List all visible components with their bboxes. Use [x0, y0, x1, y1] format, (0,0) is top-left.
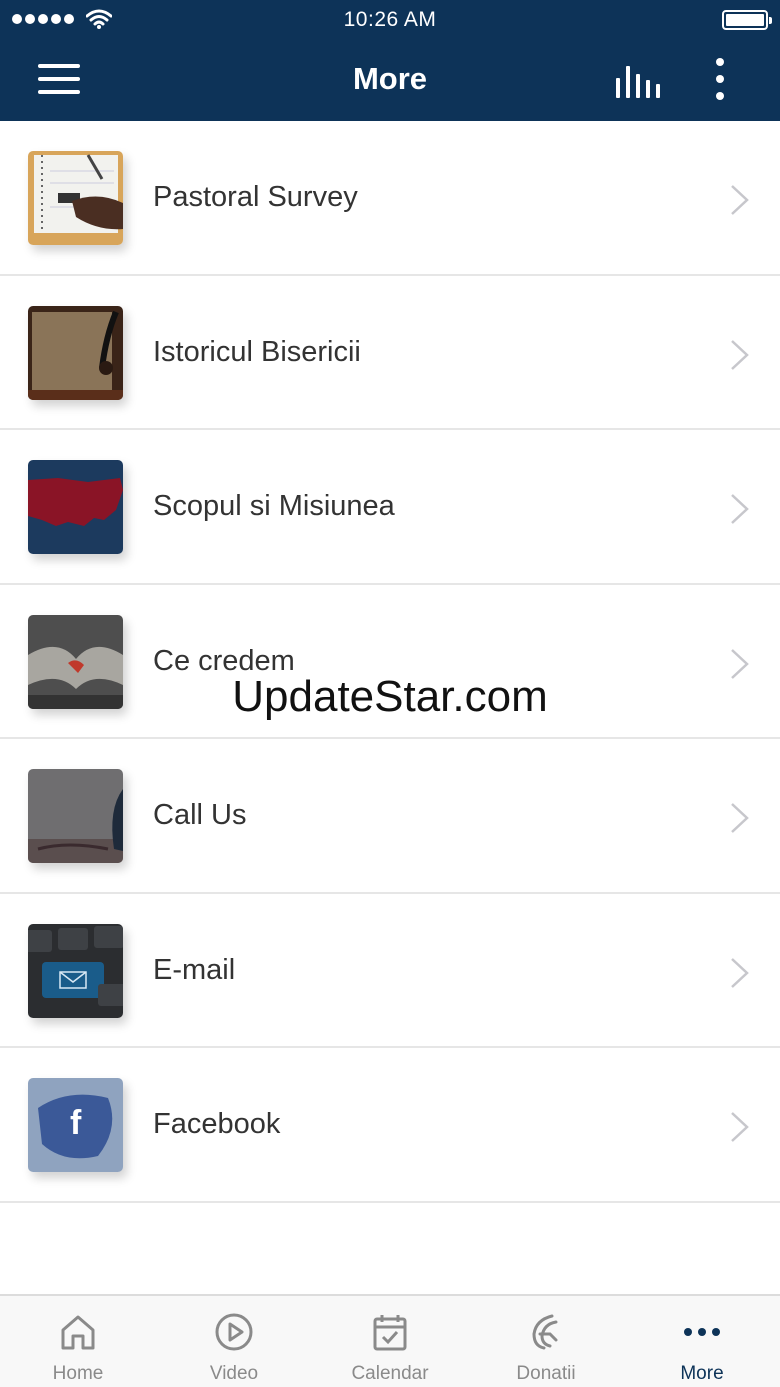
tab-label: Video: [209, 1363, 259, 1384]
tab-donatii[interactable]: Donatii: [468, 1296, 624, 1387]
more-dots-icon: [684, 1328, 720, 1336]
list-item-label: Istoricul Bisericii: [153, 335, 361, 368]
home-icon: [61, 1315, 95, 1350]
tab-label: More: [680, 1363, 724, 1384]
telephone-thumb: [28, 769, 123, 863]
chevron-right-icon: [731, 648, 749, 679]
tab-bar: Home Video Calendar Donatii More: [0, 1294, 780, 1387]
tab-label: Home: [52, 1363, 104, 1384]
audio-bars-icon[interactable]: [614, 64, 662, 98]
page-title: More: [352, 61, 428, 96]
list-item-ce-credem[interactable]: Ce credem: [0, 584, 780, 739]
donate-icon: [532, 1314, 558, 1350]
status-time: 10:26 AM: [343, 8, 437, 31]
quill-parchment-thumb: [28, 305, 123, 400]
list-item-label: Ce credem: [153, 644, 295, 677]
chevron-right-icon: [731, 494, 749, 524]
list-item-label: Pastoral Survey: [153, 181, 358, 213]
list-item-facebook[interactable]: f Facebook: [0, 1048, 780, 1203]
battery-icon: [722, 10, 772, 30]
chevron-right-icon: [731, 185, 749, 215]
chevron-right-icon: [731, 339, 749, 370]
tab-label: Calendar: [351, 1363, 429, 1384]
calendar-icon: [373, 1315, 407, 1351]
app-header: 10:26 AM More: [0, 0, 780, 121]
notebook-writing-thumb: [28, 151, 123, 245]
play-icon: [215, 1313, 253, 1351]
list-item-e-mail[interactable]: E-mail: [0, 893, 780, 1048]
navigation-bar: More: [0, 40, 780, 121]
map-thumb: [28, 460, 123, 554]
list-item-label: E-mail: [153, 953, 236, 986]
facebook-thumb: f: [28, 1078, 123, 1172]
list-item-pastoral-survey[interactable]: Pastoral Survey: [0, 121, 780, 276]
svg-text:f: f: [70, 1104, 82, 1142]
list-item-label: Call Us: [153, 799, 247, 831]
tab-more[interactable]: More: [624, 1296, 780, 1387]
tab-home[interactable]: Home: [0, 1296, 156, 1387]
email-key-thumb: [28, 923, 123, 1018]
list-item-label: Facebook: [153, 1108, 281, 1140]
list-item-label: Scopul si Misiunea: [153, 490, 395, 522]
more-menu-list: Pastoral Survey Istoricul Bisericii Scop…: [0, 121, 780, 1203]
open-bible-thumb: [28, 614, 123, 709]
status-bar: 10:26 AM: [0, 0, 780, 40]
chevron-right-icon: [731, 1112, 749, 1142]
list-item-istoricul-bisericii[interactable]: Istoricul Bisericii: [0, 275, 780, 430]
chevron-right-icon: [731, 957, 749, 988]
list-item-call-us[interactable]: Call Us: [0, 739, 780, 894]
tab-calendar[interactable]: Calendar: [312, 1296, 468, 1387]
list-item-scopul-si-misiunea[interactable]: Scopul si Misiunea: [0, 430, 780, 585]
overflow-menu-icon[interactable]: [706, 58, 734, 102]
tab-label: Donatii: [516, 1363, 576, 1384]
tab-video[interactable]: Video: [156, 1296, 312, 1387]
chevron-right-icon: [731, 803, 749, 833]
